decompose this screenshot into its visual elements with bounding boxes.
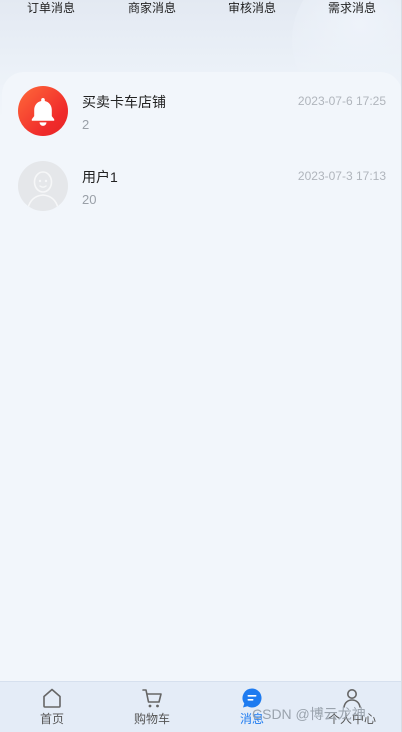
message-row[interactable]: 买卖卡车店铺 2 2023-07-6 17:25 <box>2 86 402 146</box>
tab-merchant-messages[interactable]: 商家消息 <box>128 0 176 16</box>
nav-home[interactable]: 首页 <box>22 686 82 732</box>
user-avatar <box>18 161 68 211</box>
nav-cart[interactable]: 购物车 <box>122 686 182 732</box>
store-avatar <box>18 86 68 136</box>
nav-home-label: 首页 <box>39 712 64 726</box>
message-sender-name: 买卖卡车店铺 <box>82 94 166 110</box>
message-category-tabs: 订单消息 商家消息 审核消息 需求消息 <box>0 0 402 20</box>
tab-order-messages[interactable]: 订单消息 <box>27 0 75 16</box>
nav-cart-label: 购物车 <box>133 712 170 726</box>
message-list: 买卖卡车店铺 2 2023-07-6 17:25 用户1 20 2023-07-… <box>2 72 402 682</box>
home-icon <box>43 688 61 708</box>
message-timestamp: 2023-07-3 17:13 <box>297 169 386 183</box>
message-count: 2 <box>82 117 90 132</box>
cart-icon <box>142 689 162 708</box>
watermark-text: CSDN @博云龙神 <box>252 706 366 722</box>
tab-review-messages[interactable]: 审核消息 <box>228 0 276 16</box>
message-sender-name: 用户1 <box>82 169 118 185</box>
message-row[interactable]: 用户1 20 2023-07-3 17:13 <box>2 161 402 221</box>
tab-demand-messages[interactable]: 需求消息 <box>328 0 376 16</box>
message-timestamp: 2023-07-6 17:25 <box>297 94 386 108</box>
bell-icon <box>31 98 55 126</box>
default-user-avatar-icon <box>27 171 59 209</box>
message-count: 20 <box>82 192 97 207</box>
message-screen: 订单消息 商家消息 审核消息 需求消息 买卖卡车店铺 2 2023-07-6 1… <box>0 0 402 732</box>
